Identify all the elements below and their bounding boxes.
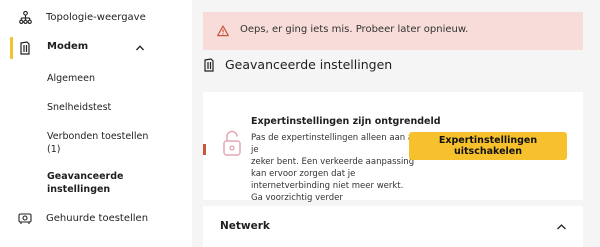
modem-icon — [18, 41, 32, 55]
sidebar-item-rented-devices[interactable]: Gehuurde toestellen — [18, 211, 148, 225]
alert-message: Oeps, er ging iets mis. Probeer later op… — [240, 24, 469, 35]
card-title: Expertinstellingen zijn ontgrendeld — [251, 116, 441, 127]
sidebar-subitem-advanced-settings[interactable]: Geavanceerde instellingen — [47, 170, 123, 196]
card-description-line: Ga voorzichtig verder — [251, 193, 343, 203]
card-description: Pas de expertinstellingen alleen aan als… — [251, 132, 426, 204]
sidebar-subitem-connected-devices[interactable]: Verbonden toestellen (1) — [47, 130, 148, 156]
sidebar-subitem-speedtest[interactable]: Snelheidstest — [47, 101, 111, 114]
active-indicator — [10, 37, 13, 59]
unlocked-lock-icon — [221, 130, 243, 158]
expert-settings-card: Expertinstellingen zijn ontgrendeld Pas … — [203, 92, 583, 203]
chevron-up-icon[interactable] — [135, 43, 145, 53]
page-title-text: Geavanceerde instellingen — [225, 57, 393, 72]
rented-devices-icon — [18, 211, 32, 225]
error-alert: Oeps, er ging iets mis. Probeer later op… — [203, 12, 583, 50]
sidebar-item-label: Modem — [47, 41, 89, 52]
card-description-line: kan ervoor zorgen dat je — [251, 169, 356, 179]
sidebar-subitem-general[interactable]: Algemeen — [47, 72, 95, 85]
sidebar-subitem-label: Snelheidstest — [47, 102, 112, 113]
page-title: Geavanceerde instellingen — [203, 57, 392, 72]
sidebar-item-topology[interactable]: Topologie-weergave — [18, 9, 146, 25]
disable-expert-settings-button[interactable]: Expertinstellingen uitschakelen — [409, 132, 567, 160]
sidebar-subitem-count: (1) — [47, 144, 61, 155]
sidebar-subitem-label: Algemeen — [47, 73, 95, 84]
card-description-line: Pas de expertinstellingen alleen aan als… — [251, 133, 420, 155]
accordion-label: Netwerk — [220, 220, 270, 232]
card-description-line: zeker bent. Een verkeerde aanpassing — [251, 157, 415, 167]
sidebar-subitem-label: Geavanceerde — [47, 171, 124, 182]
topology-icon — [18, 10, 32, 24]
card-accent-mark — [203, 144, 206, 155]
sidebar-item-modem[interactable]: Modem — [0, 35, 192, 61]
modem-icon — [203, 57, 215, 72]
card-description-line: internetverbinding niet meer werkt. — [251, 181, 404, 191]
chevron-up-icon[interactable] — [556, 222, 567, 232]
sidebar-item-label: Gehuurde toestellen — [46, 212, 149, 224]
sidebar: Topologie-weergave Modem Algemeen Snelhe… — [0, 0, 192, 247]
sidebar-subitem-label: Verbonden toestellen — [47, 131, 149, 142]
sidebar-item-label: Topologie-weergave — [46, 11, 146, 23]
network-accordion[interactable]: Netwerk — [203, 206, 583, 247]
sidebar-subitem-label-cont: instellingen — [47, 184, 111, 195]
warning-icon — [217, 25, 229, 37]
